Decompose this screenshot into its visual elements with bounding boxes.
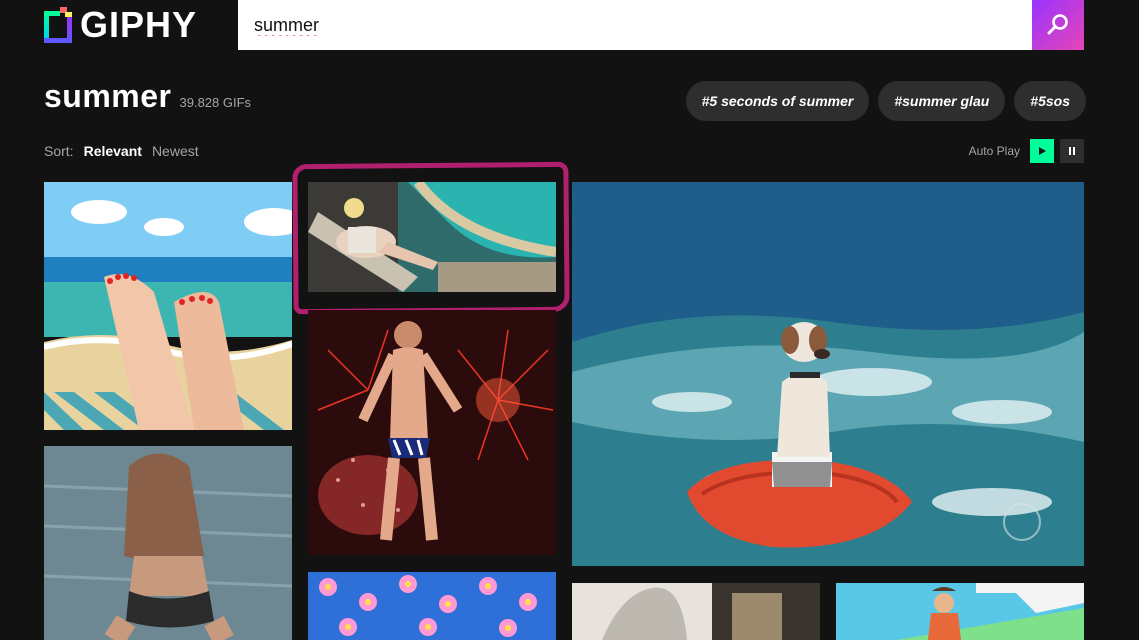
- tag-5sos[interactable]: #5sos: [1014, 81, 1086, 121]
- gif-tile-dog-closeup[interactable]: [572, 583, 820, 640]
- sort-label: Sort:: [44, 143, 74, 159]
- search-input[interactable]: [238, 0, 1032, 50]
- gif-tile-beach-woman[interactable]: [44, 446, 292, 640]
- gif-count: 39.828 GIFs: [179, 95, 252, 110]
- related-tags: #5 seconds of summer #summer glau #5sos: [685, 81, 1086, 121]
- gif-tile-pool-illustration[interactable]: [836, 583, 1084, 640]
- logo-text: GIPHY: [80, 4, 198, 45]
- gif-tile-fireworks-man[interactable]: [308, 310, 556, 555]
- search-box[interactable]: [238, 0, 1032, 50]
- pause-icon: [1069, 147, 1075, 155]
- tag-summer-glau[interactable]: #summer glau: [878, 81, 1006, 121]
- autoplay-label: Auto Play: [968, 144, 1020, 158]
- poolside-woman-image: [308, 182, 556, 292]
- giphy-logo[interactable]: GIPHY: [44, 6, 197, 44]
- giphy-logo-icon: [44, 7, 72, 43]
- beach-feet-image: [44, 182, 292, 430]
- sort-controls: Sort: Relevant Newest: [44, 143, 199, 159]
- search-icon: [1047, 14, 1068, 35]
- autoplay-controls: Auto Play: [969, 139, 1084, 163]
- gif-tile-flowers[interactable]: [308, 572, 556, 640]
- tag-5-seconds-of-summer[interactable]: #5 seconds of summer: [685, 81, 870, 121]
- search-button[interactable]: [1032, 0, 1084, 50]
- gif-tile-poolside-woman[interactable]: [308, 182, 556, 292]
- sort-relevant[interactable]: Relevant: [84, 143, 142, 159]
- sort-newest[interactable]: Newest: [152, 143, 199, 159]
- surfing-dog-image: [572, 182, 1084, 566]
- gif-tile-surfing-dog[interactable]: [572, 182, 1084, 566]
- flowers-image: [308, 572, 556, 640]
- gif-tile-beach-feet[interactable]: [44, 182, 292, 430]
- pool-illustration-image: [836, 583, 1084, 640]
- results-heading: summer 39.828 GIFs: [44, 78, 251, 115]
- page-title: summer: [44, 78, 172, 114]
- autoplay-pause-button[interactable]: [1060, 139, 1084, 163]
- play-icon: [1039, 147, 1046, 155]
- beach-woman-image: [44, 446, 292, 640]
- fireworks-man-image: [308, 310, 556, 555]
- autoplay-play-button[interactable]: [1030, 139, 1054, 163]
- dog-closeup-image: [572, 583, 820, 640]
